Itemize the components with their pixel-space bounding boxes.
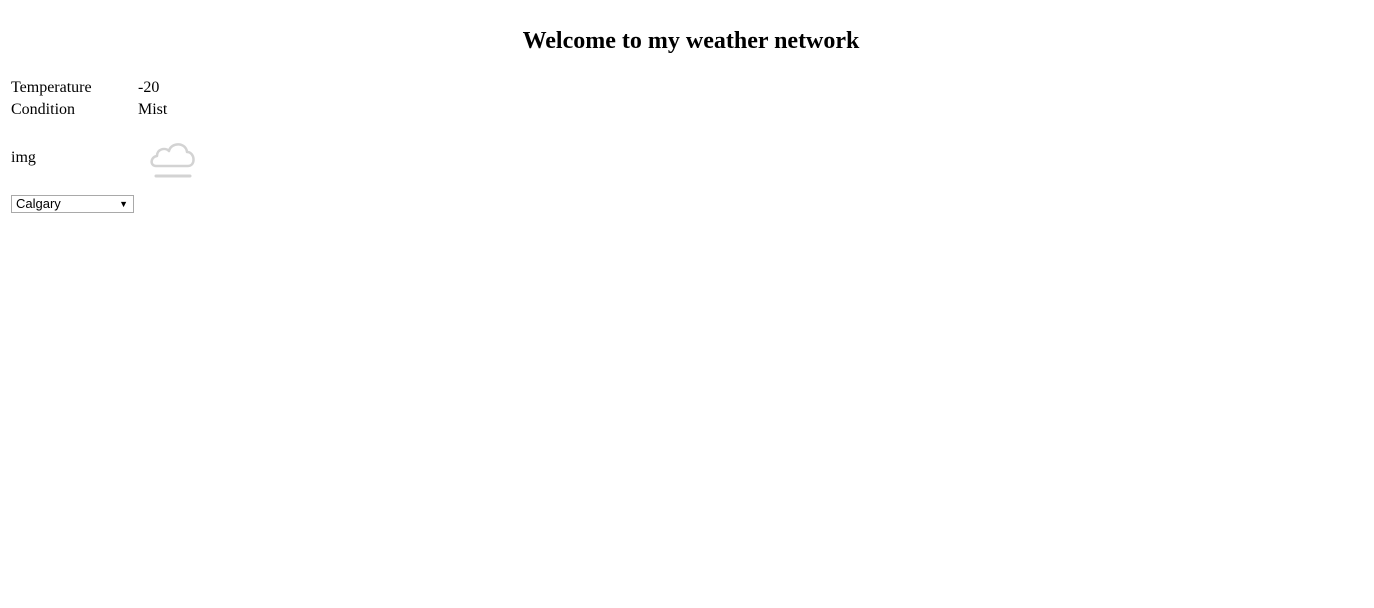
condition-label: Condition [11,101,76,118]
temperature-row: Temperature -20 [11,77,198,99]
image-label: img [11,149,36,166]
cloud-mist-icon [150,143,195,178]
weather-page: Welcome to my weather network Temperatur… [0,0,1374,608]
weather-info-table: Temperature -20 Condition Mist img [11,77,198,183]
temperature-label: Temperature [11,79,92,96]
condition-value: Mist [138,101,168,118]
page-title: Welcome to my weather network [522,28,860,54]
temperature-value: -20 [138,79,160,96]
table-spacer [11,121,198,133]
weather-icon-cell [138,133,198,183]
condition-row: Condition Mist [11,99,198,121]
city-select-value: Calgary [16,196,61,211]
image-row: img [11,133,198,183]
chevron-down-icon: ▼ [119,199,128,209]
city-select[interactable]: Calgary ▼ [11,195,134,213]
